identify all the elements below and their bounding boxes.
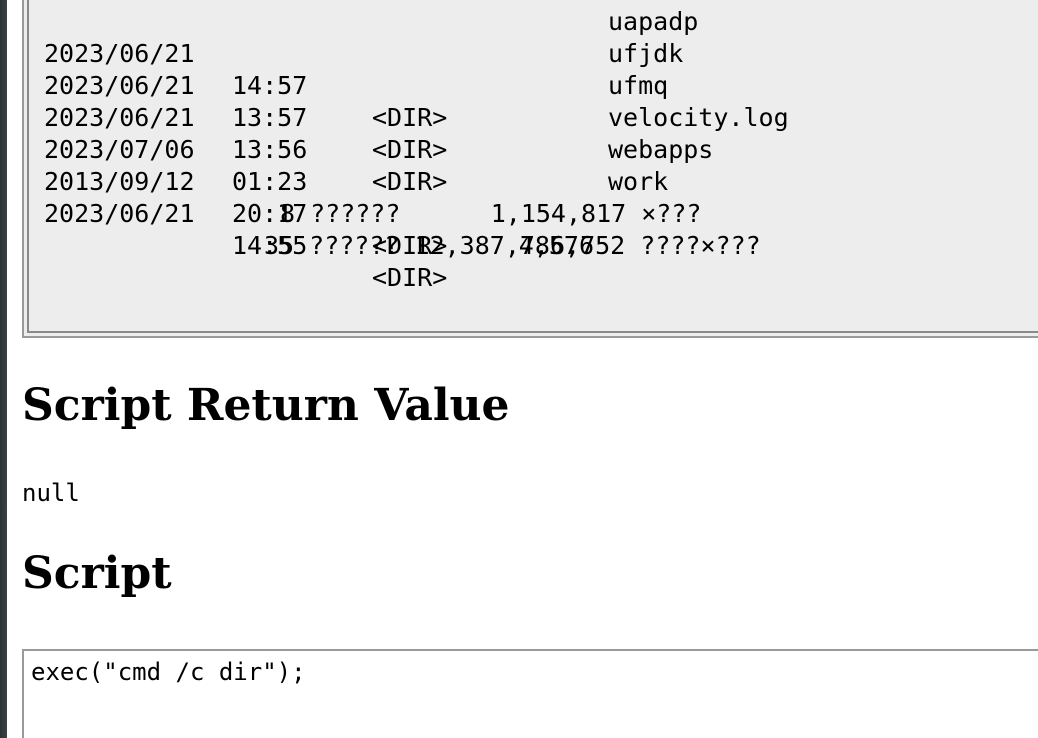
- script-input[interactable]: exec("cmd /c dir");: [22, 649, 1038, 738]
- row-date: 2023/06/21: [44, 199, 195, 228]
- row-name: webapps: [608, 135, 714, 164]
- summary-dirs-line: 35 ?????? 12,387,786,752 ????×???: [264, 231, 761, 260]
- command-output-box: 2023/06/21 14:57 <DIR> uapadp 2023/06/21…: [22, 0, 1038, 338]
- summary-files-line: 8 ?????? 1,154,817 ×???: [280, 199, 702, 228]
- listing-row: 2023/06/21 13:57 <DIR>: [44, 38, 594, 164]
- row-dir-tag: <DIR>: [372, 263, 448, 292]
- listing-row: 2013/09/12 20:17 <DIR>: [44, 134, 594, 260]
- row-name: ufmq: [608, 71, 669, 100]
- row-name: velocity.log: [608, 103, 789, 132]
- row-name: work: [608, 167, 669, 196]
- return-value-text: null: [22, 479, 80, 507]
- listing-row: 2023/06/21 14:57 <DIR>: [44, 6, 594, 132]
- row-name: ufjdk: [608, 39, 684, 68]
- return-value-heading: Script Return Value: [22, 380, 510, 431]
- listing-row: 2023/06/21 14:55 <DIR>: [44, 166, 594, 292]
- listing-row: 2023/07/06 01:23 4,576: [44, 102, 594, 260]
- row-name: uapadp: [608, 7, 699, 36]
- listing-row: 2023/06/21 13:56 <DIR>: [44, 70, 594, 196]
- script-heading: Script: [22, 548, 172, 599]
- window-edge: [0, 0, 7, 738]
